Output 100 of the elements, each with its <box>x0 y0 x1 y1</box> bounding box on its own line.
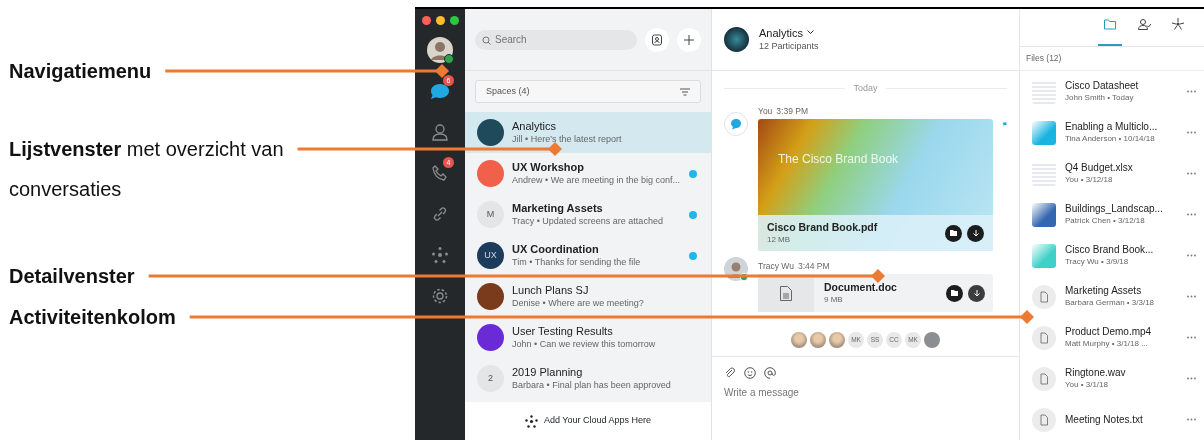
chevron-down-icon[interactable] <box>807 30 815 36</box>
download-button[interactable] <box>968 284 985 302</box>
space-list-item[interactable]: UX Workshop Andrew • We are meeting in the big conf... <box>465 153 711 194</box>
file-name: Marketing Assets <box>1065 284 1143 297</box>
phone-icon[interactable] <box>431 164 449 182</box>
file-name: Meeting Notes.txt <box>1065 413 1143 426</box>
file-list-item[interactable]: Product Demo.mp4 Matt Murphy • 3/1/18 ... <box>1020 317 1204 358</box>
space-list-item[interactable]: Lunch Plans SJ Denise • Where are we meeting? <box>465 276 711 317</box>
avatar-icon[interactable] <box>426 36 454 64</box>
message-preview: Tim • Thanks for sending the file <box>512 256 641 269</box>
file-meta: You • 3/1/18 <box>1065 379 1109 391</box>
read-receipt-avatar <box>810 332 826 348</box>
space-title: User Testing Results <box>512 324 614 338</box>
mention-icon[interactable] <box>764 367 776 379</box>
file-name: Enabling a Multiclo... <box>1065 120 1158 133</box>
space-list-item[interactable]: Analytics Jill • Here's the latest report <box>465 112 711 153</box>
message-time: 3:39 PM <box>776 106 808 116</box>
space-list-item[interactable]: UX UX Coordination Tim • Thanks for sending the file <box>465 235 711 276</box>
add-apps-link[interactable]: Add Your Cloud Apps Here <box>543 414 652 428</box>
more-icon <box>1187 130 1196 134</box>
file-icon <box>1032 407 1056 432</box>
contact-card-icon <box>651 33 663 46</box>
space-avatar-picture <box>724 27 749 52</box>
space-title: Analytics <box>512 119 558 133</box>
file-list-item[interactable]: Enabling a Multiclo... Tina Anderson • 10/14/18 <box>1020 112 1204 153</box>
unread-dot <box>689 210 697 219</box>
chat-icon[interactable] <box>430 82 450 100</box>
space-title: UX Coordination <box>512 242 600 256</box>
apps-icon <box>1172 18 1184 31</box>
file-list-item[interactable]: Q4 Budget.xlsx You • 3/12/18 <box>1020 153 1204 194</box>
more-icon <box>1187 294 1196 298</box>
callout-label: Lijstvenster met overzicht van conversaties <box>9 137 285 202</box>
download-button[interactable] <box>967 224 984 242</box>
file-preview-card[interactable]: The Cisco Brand Book Cisco Brand Book.pdf 12 MB <box>758 119 993 251</box>
space-list-item[interactable]: M Marketing Assets Tracy • Updated screens are attached <box>465 194 711 235</box>
apps-icon[interactable] <box>431 246 449 264</box>
sender-name: Tracy Wu <box>758 261 794 271</box>
search-field[interactable]: Search <box>475 29 637 50</box>
file-list-item[interactable]: Ringtone.wav You • 3/1/18 <box>1020 358 1204 399</box>
spaces-filter[interactable]: Spaces (4) <box>475 80 701 103</box>
callout-label: Activiteitenkolom <box>9 305 176 330</box>
attachment-icon[interactable] <box>724 367 736 379</box>
message-preview: Jill • Here's the latest report <box>512 133 622 146</box>
file-name: Cisco Brand Book.pdf <box>767 220 878 234</box>
message-time: 3:44 PM <box>797 261 830 271</box>
file-name: Product Demo.mp4 <box>1065 325 1152 338</box>
file-list-item[interactable]: Cisco Datasheet John Smith • Today <box>1020 71 1204 112</box>
download-icon <box>973 289 980 297</box>
file-name: Q4 Budget.xlsx <box>1065 161 1133 174</box>
space-list-item[interactable]: 2 2019 Planning Barbara • Final plan has been approved <box>465 358 711 399</box>
preview-title: The Cisco Brand Book <box>777 151 900 168</box>
folder-icon <box>1104 19 1116 31</box>
date-divider: Today <box>853 83 878 94</box>
space-list-item[interactable]: User Testing Results John • Can we review this tomorrow <box>465 317 711 358</box>
more-icon <box>1187 376 1196 380</box>
message-preview: Andrew • We are meeting in the big conf... <box>512 174 681 187</box>
file-icon <box>1032 325 1056 350</box>
more-icon <box>1187 335 1196 339</box>
space-avatar: 2 <box>477 365 504 392</box>
more-icon <box>1187 212 1196 216</box>
space-title: 2019 Planning <box>512 365 584 379</box>
space-title[interactable]: Analytics <box>759 25 804 40</box>
space-avatar: M <box>477 201 504 228</box>
more-icon <box>1187 417 1196 421</box>
person-icon[interactable] <box>431 123 449 141</box>
unread-dot <box>689 169 697 178</box>
apps-icon <box>524 414 538 428</box>
user-avatar <box>724 257 748 281</box>
folder-icon <box>950 230 957 236</box>
file-meta: Tracy Wu • 3/9/18 <box>1065 256 1130 268</box>
participant-count: 12 Participants <box>759 39 819 53</box>
panel-tab[interactable] <box>1098 19 1122 47</box>
file-list-item[interactable]: Buildings_Landscap... Patrick Chen • 3/12/18 <box>1020 194 1204 235</box>
file-size: 12 MB <box>767 233 792 246</box>
link-icon[interactable] <box>431 205 449 223</box>
contact-button[interactable] <box>645 27 669 52</box>
open-folder-button[interactable] <box>945 224 962 242</box>
callout-label: Navigatiemenu <box>9 59 152 84</box>
file-icon <box>1032 284 1056 309</box>
add-button[interactable] <box>677 27 701 52</box>
file-meta: John Smith • Today <box>1065 92 1135 104</box>
document-icon <box>780 285 792 301</box>
message-preview: Denise • Where are we meeting? <box>512 297 644 310</box>
file-list-item[interactable]: Meeting Notes.txt <box>1020 399 1204 440</box>
space-title: Lunch Plans SJ <box>512 283 590 297</box>
file-meta: You • 3/12/18 <box>1065 174 1114 186</box>
file-list-item[interactable]: Marketing Assets Barbara German • 3/3/18 <box>1020 276 1204 317</box>
chat-avatar-icon <box>724 112 748 136</box>
file-card[interactable]: Document.doc 9 MB <box>758 274 993 312</box>
emoji-icon[interactable] <box>744 367 756 379</box>
open-folder-button[interactable] <box>946 284 963 302</box>
download-icon <box>972 229 979 237</box>
message-preview: Barbara • Final plan has been approved <box>512 379 671 392</box>
more-icon <box>1187 253 1196 257</box>
file-meta: Patrick Chen • 3/12/18 <box>1065 215 1146 227</box>
message-preview: John • Can we review this tomorrow <box>512 338 656 351</box>
file-list-item[interactable]: Cisco Brand Book... Tracy Wu • 3/9/18 <box>1020 235 1204 276</box>
settings-icon[interactable] <box>431 287 449 305</box>
file-name: Buildings_Landscap... <box>1065 202 1163 215</box>
space-avatar: UX <box>477 242 504 269</box>
